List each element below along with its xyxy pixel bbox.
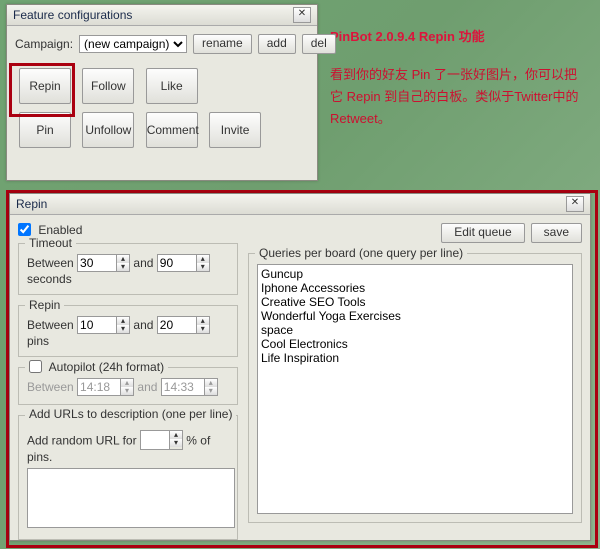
repin-window: Repin ✕ Enabled Timeout Between ▴▾ and ▴…	[9, 193, 591, 541]
autopilot-end-input	[161, 378, 205, 396]
timeout-min-input[interactable]	[77, 254, 117, 272]
spin-down-icon: ▾	[205, 387, 217, 395]
spin-down-icon[interactable]: ▾	[117, 263, 129, 271]
spin-down-icon: ▾	[121, 387, 133, 395]
timeout-max-input[interactable]	[157, 254, 197, 272]
random-url-percent-input[interactable]	[140, 430, 170, 450]
spin-down-icon[interactable]: ▾	[117, 325, 129, 333]
edit-queue-button[interactable]: Edit queue	[441, 223, 524, 243]
repin-max-input[interactable]	[157, 316, 197, 334]
queries-group: Queries per board (one query per line) G…	[248, 253, 582, 523]
side-note-body: 看到你的好友 Pin 了一张好图片，你可以把它 Repin 到自己的白板。类似于…	[330, 64, 586, 130]
feature-configurations-window: Feature configurations ✕ Campaign: (new …	[6, 4, 318, 181]
spin-down-icon[interactable]: ▾	[170, 439, 182, 447]
unfollow-feature-button[interactable]: Unfollow	[82, 112, 134, 148]
rename-button[interactable]: rename	[193, 34, 252, 54]
repin-min-input[interactable]	[77, 316, 117, 334]
invite-feature-button[interactable]: Invite	[209, 112, 261, 148]
timeout-legend: Timeout	[25, 236, 76, 250]
side-note-title: PinBot 2.0.9.4 Repin 功能	[330, 26, 586, 48]
queries-legend: Queries per board (one query per line)	[255, 246, 467, 260]
titlebar: Repin ✕	[10, 194, 590, 215]
comment-feature-button[interactable]: Comment	[146, 112, 198, 148]
window-title: Repin	[16, 194, 47, 214]
repin-range-legend: Repin	[25, 298, 64, 312]
campaign-select[interactable]: (new campaign)	[79, 35, 187, 53]
follow-feature-button[interactable]: Follow	[82, 68, 134, 104]
titlebar: Feature configurations ✕	[7, 5, 317, 26]
autopilot-group: Autopilot (24h format) Between ▴▾ and ▴▾	[18, 367, 238, 405]
pin-feature-button[interactable]: Pin	[19, 112, 71, 148]
add-urls-legend: Add URLs to description (one per line)	[25, 408, 236, 420]
window-title: Feature configurations	[13, 5, 132, 25]
enabled-checkbox[interactable]	[18, 223, 31, 236]
spin-down-icon[interactable]: ▾	[197, 263, 209, 271]
like-feature-button[interactable]: Like	[146, 68, 198, 104]
repin-range-group: Repin Between ▴▾ and ▴▾ pins	[18, 305, 238, 357]
enabled-checkbox-label[interactable]: Enabled	[18, 223, 82, 237]
delete-button[interactable]: del	[302, 34, 336, 54]
side-note: PinBot 2.0.9.4 Repin 功能 看到你的好友 Pin 了一张好图…	[330, 26, 586, 130]
urls-textarea[interactable]	[27, 468, 235, 528]
close-icon[interactable]: ✕	[566, 196, 584, 212]
autopilot-checkbox[interactable]	[29, 360, 42, 373]
campaign-label: Campaign:	[15, 37, 73, 51]
timeout-group: Timeout Between ▴▾ and ▴▾ seconds	[18, 243, 238, 295]
spin-down-icon[interactable]: ▾	[197, 325, 209, 333]
autopilot-start-input	[77, 378, 121, 396]
autopilot-legend: Autopilot (24h format)	[25, 360, 168, 374]
save-button[interactable]: save	[531, 223, 582, 243]
repin-feature-button[interactable]: Repin	[19, 68, 71, 104]
add-urls-group: Add URLs to description (one per line) A…	[18, 415, 238, 540]
add-button[interactable]: add	[258, 34, 296, 54]
close-icon[interactable]: ✕	[293, 7, 311, 23]
queries-textarea[interactable]: Guncup Iphone Accessories Creative SEO T…	[257, 264, 573, 514]
